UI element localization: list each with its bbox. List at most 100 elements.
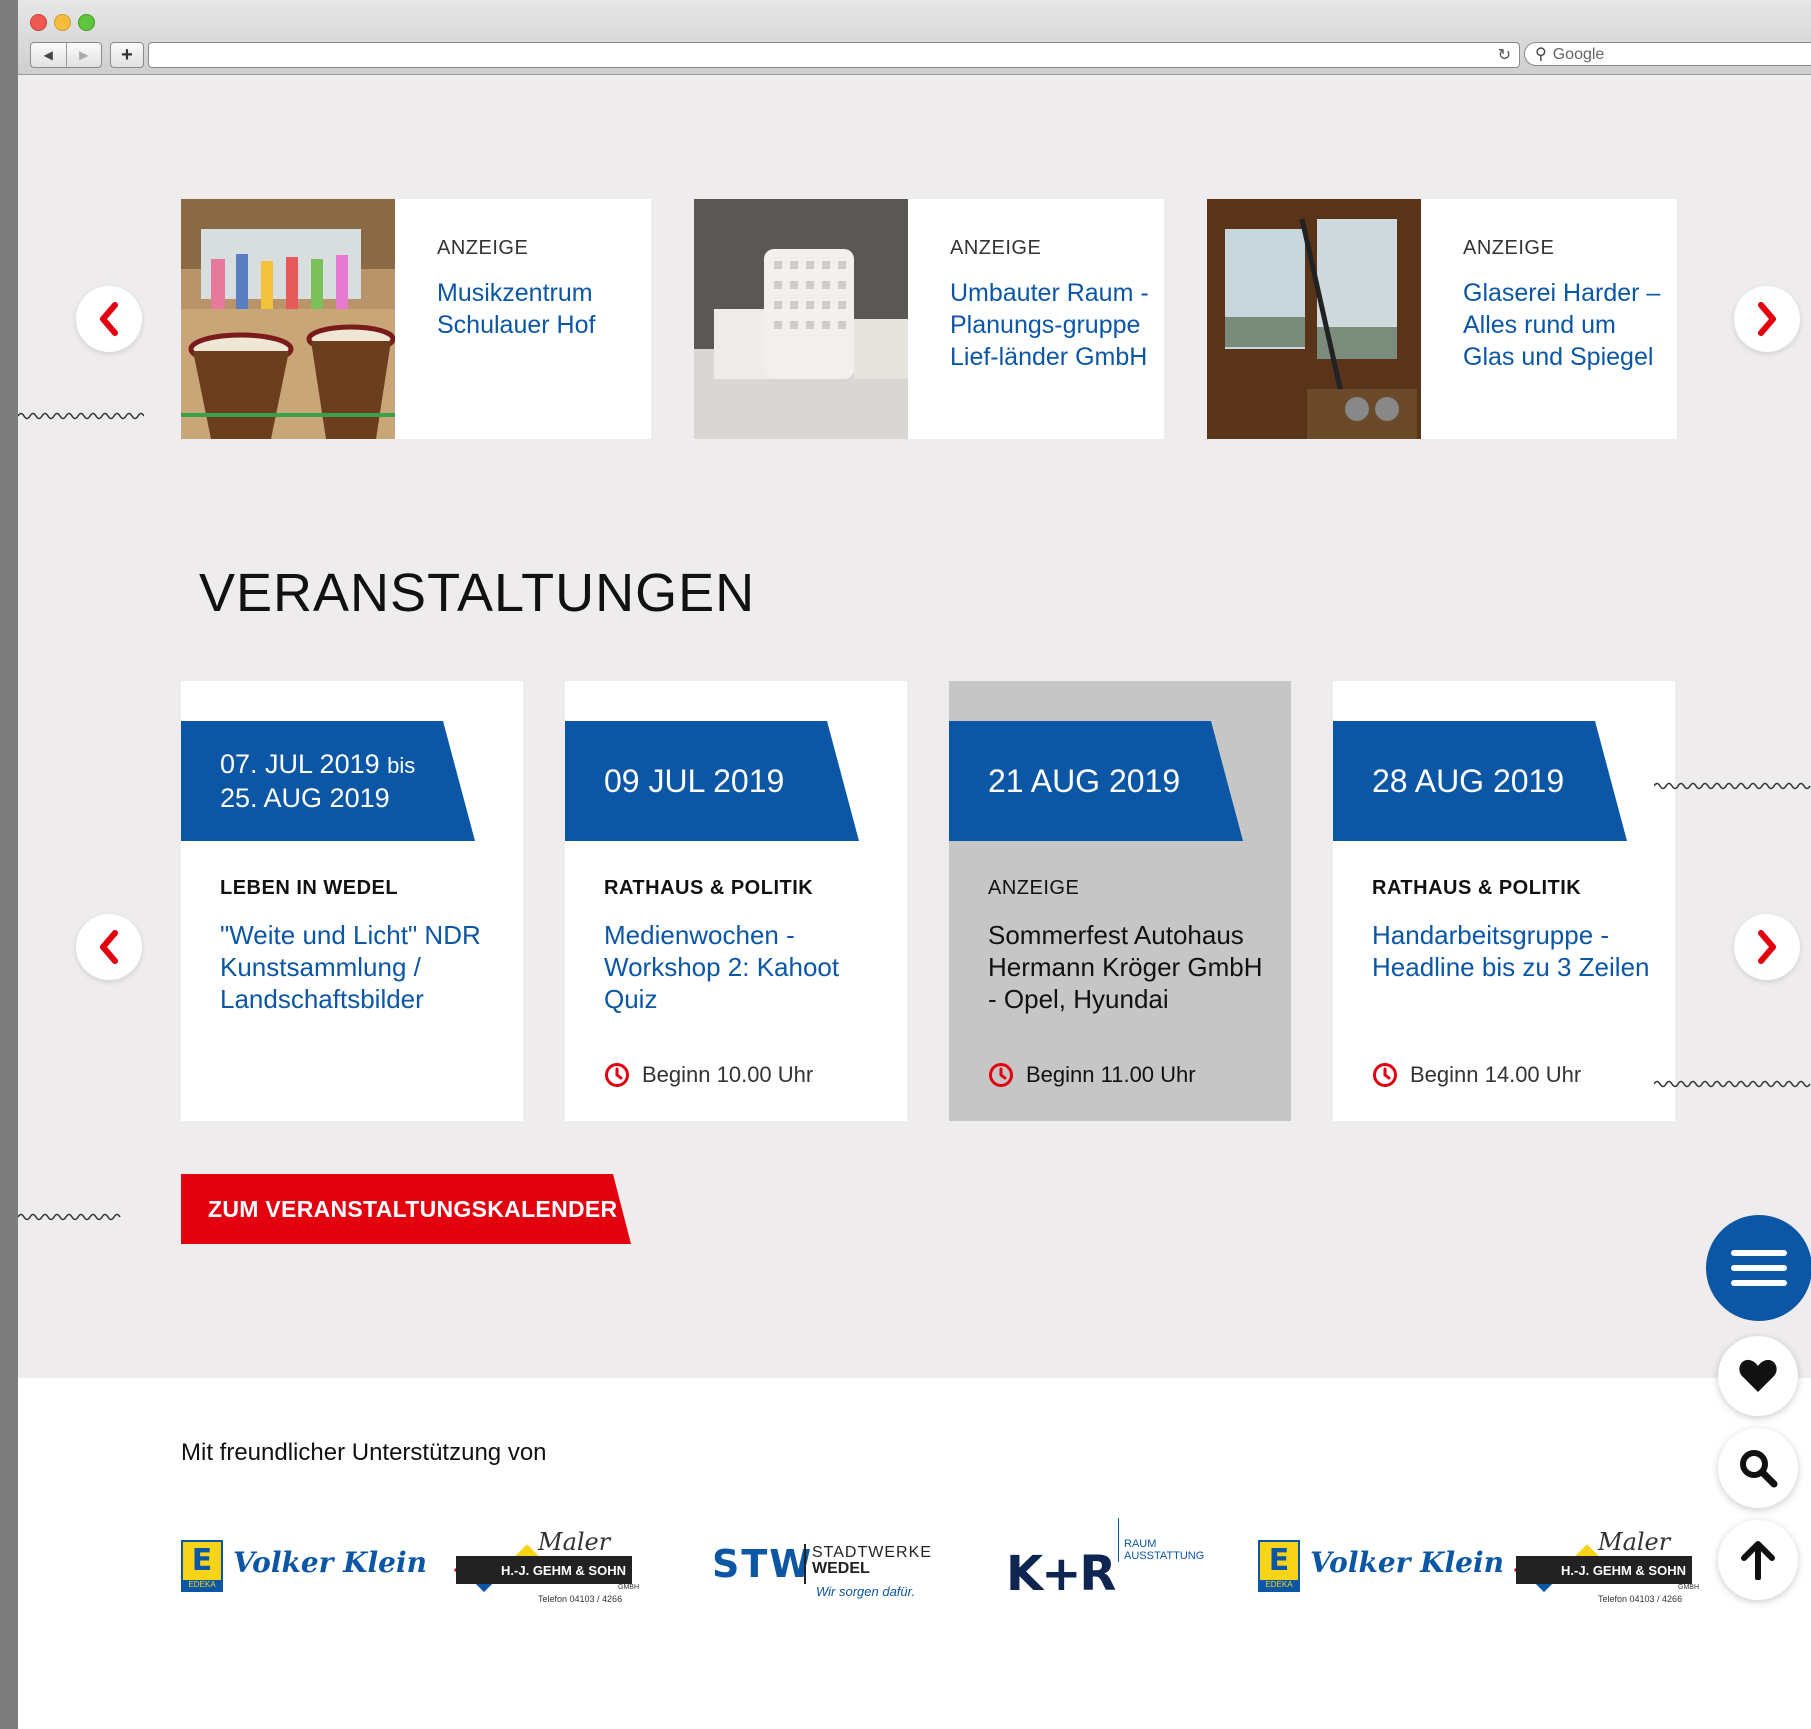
event-calendar-button-label: ZUM VERANSTALTUNGSKALENDER: [208, 1195, 618, 1222]
clock-icon: [989, 1063, 1013, 1087]
event-date-badge: 21 AUG 2019: [949, 721, 1249, 841]
chevron-right-icon: [1758, 930, 1776, 964]
back-to-top-button[interactable]: [1718, 1520, 1798, 1600]
sponsor-phone: Telefon 04103 / 4266: [538, 1594, 623, 1604]
address-bar[interactable]: ↻: [148, 42, 1520, 68]
wave-decoration: [18, 412, 144, 420]
sponsor-logo-gehm[interactable]: Maler H.-J. GEHM & SOHN GMBH Telefon 041…: [438, 1528, 639, 1618]
event-card-sponsored[interactable]: 21 AUG 2019 ANZEIGE Sommerfest Autohaus …: [949, 681, 1291, 1121]
search-icon: [1740, 1450, 1778, 1488]
event-time: Beginn 10.00 Uhr: [604, 1062, 813, 1088]
sponsor-mark: STW: [712, 1542, 814, 1586]
event-category: RATHAUS & POLITIK: [604, 877, 814, 899]
back-icon[interactable]: ◀: [31, 43, 66, 67]
event-title-link[interactable]: Sommerfest Autohaus Hermann Kröger GmbH …: [988, 919, 1278, 1015]
menu-button[interactable]: [1706, 1215, 1811, 1321]
events-prev-button[interactable]: [76, 914, 142, 980]
ad-image-drums: [181, 199, 395, 439]
event-card[interactable]: 28 AUG 2019 RATHAUS & POLITIK Handarbeit…: [1333, 681, 1675, 1121]
event-card[interactable]: 07. JUL 2019 bis 25. AUG 2019 LEBEN IN W…: [181, 681, 523, 1121]
sponsor-logo-edeka[interactable]: E EDEKA Volker Klein: [181, 1528, 427, 1618]
event-time: Beginn 14.00 Uhr: [1372, 1062, 1581, 1088]
ad-card[interactable]: ANZEIGE Umbauter Raum - Planungs-gruppe …: [694, 199, 1164, 439]
event-date: 28 AUG 2019: [1372, 763, 1565, 799]
sponsor-mark: K+R: [1006, 1546, 1116, 1602]
close-window-button[interactable]: [30, 14, 47, 31]
sponsor-logo-gehm[interactable]: Maler H.-J. GEHM & SOHN GMBH Telefon 041…: [1498, 1528, 1699, 1618]
browser-toolbar: ◀ ▶ + ↻ ⚲ Google: [18, 0, 1811, 75]
chevron-left-icon: [100, 930, 118, 964]
sponsor-badge: E: [191, 1543, 213, 1578]
zoom-window-button[interactable]: [78, 14, 95, 31]
ad-card[interactable]: ANZEIGE Musikzentrum Schulauer Hof: [181, 199, 651, 439]
event-category: RATHAUS & POLITIK: [1372, 877, 1582, 899]
event-time: Beginn 11.00 Uhr: [988, 1062, 1196, 1088]
clock-icon: [605, 1063, 629, 1087]
ad-title-link[interactable]: Glaserei Harder – Alles rund um Glas und…: [1463, 277, 1663, 373]
event-time-text: Beginn 11.00 Uhr: [1026, 1062, 1196, 1087]
event-title-link[interactable]: Medienwochen - Workshop 2: Kahoot Quiz: [604, 919, 894, 1015]
browser-search-input[interactable]: ⚲ Google: [1524, 42, 1811, 66]
ad-title-link[interactable]: Musikzentrum Schulauer Hof: [437, 277, 637, 341]
wave-decoration: [1654, 782, 1811, 790]
new-tab-button[interactable]: +: [110, 42, 144, 68]
sponsor-name: H.-J. GEHM & SOHN: [1561, 1562, 1686, 1578]
event-date-badge: 28 AUG 2019: [1333, 721, 1633, 841]
event-time-text: Beginn 10.00 Uhr: [642, 1062, 814, 1087]
arrow-up-icon: [1741, 1541, 1775, 1580]
sponsor-slogan: Wir sorgen dafür.: [816, 1584, 916, 1599]
sponsor-logo-kr[interactable]: K+R RAUM AUSSTATTUNG: [1006, 1518, 1206, 1608]
sponsor-logo-stadtwerke[interactable]: STW STADTWERKE WEDEL Wir sorgen dafür.: [712, 1528, 942, 1618]
sponsor-name-top: RAUM: [1124, 1538, 1157, 1550]
sponsor-name: Volker Klein: [233, 1546, 427, 1579]
search-button[interactable]: [1718, 1428, 1798, 1508]
event-date-bis: bis: [387, 753, 416, 778]
wave-decoration: [1654, 1080, 1811, 1088]
section-title: VERANSTALTUNGEN: [199, 563, 756, 623]
browser-window: ◀ ▶ + ↻ ⚲ Google ANZEIGE Musikzentrum Sc…: [18, 0, 1811, 1729]
event-calendar-button[interactable]: ZUM VERANSTALTUNGSKALENDER: [181, 1174, 631, 1244]
events-next-button[interactable]: [1734, 914, 1800, 980]
support-text: Mit freundlicher Unterstützung von: [181, 1439, 547, 1466]
search-icon: ⚲: [1535, 46, 1547, 63]
sponsor-name: Volker Klein: [1310, 1546, 1504, 1579]
sponsor-sub: GMBH: [618, 1584, 639, 1591]
sponsor-badge: E: [1268, 1543, 1290, 1578]
sponsor-badge-sub: EDEKA: [1260, 1580, 1298, 1590]
sponsor-script: Maler: [538, 1528, 611, 1556]
wave-decoration: [18, 1213, 121, 1221]
sponsor-name: H.-J. GEHM & SOHN: [501, 1562, 626, 1578]
browser-search-placeholder: Google: [1552, 46, 1605, 63]
ad-title-link[interactable]: Umbauter Raum - Planungs-gruppe Lief-län…: [950, 277, 1150, 373]
sponsor-script: Maler: [1598, 1528, 1671, 1556]
minimize-window-button[interactable]: [54, 14, 71, 31]
ad-label: ANZEIGE: [1463, 237, 1555, 259]
ad-image-architecture-model: [694, 199, 908, 439]
sponsor-phone: Telefon 04103 / 4266: [1598, 1594, 1683, 1604]
reload-icon[interactable]: ↻: [1498, 45, 1511, 65]
event-title-link[interactable]: Handarbeitsgruppe - Headline bis zu 3 Ze…: [1372, 919, 1662, 983]
event-title-link[interactable]: "Weite und Licht" NDR Kunstsammlung / La…: [220, 919, 510, 1015]
favorites-button[interactable]: [1718, 1336, 1798, 1416]
ad-image-ship-cabin: [1207, 199, 1421, 439]
event-time-text: Beginn 14.00 Uhr: [1410, 1062, 1582, 1087]
chevron-right-icon: [1758, 302, 1776, 336]
hamburger-menu-icon: [1731, 1250, 1787, 1286]
sponsor-logo-edeka[interactable]: E EDEKA Volker Klein: [1258, 1528, 1504, 1618]
ads-prev-button[interactable]: [76, 286, 142, 352]
ads-next-button[interactable]: [1734, 286, 1800, 352]
event-card[interactable]: 09 JUL 2019 RATHAUS & POLITIK Medienwoch…: [565, 681, 907, 1121]
ad-card[interactable]: ANZEIGE Glaserei Harder – Alles rund um …: [1207, 199, 1677, 439]
forward-icon[interactable]: ▶: [65, 43, 102, 67]
event-category: ANZEIGE: [988, 877, 1080, 899]
event-date: 09 JUL 2019: [604, 763, 785, 799]
event-date-badge: 07. JUL 2019 bis 25. AUG 2019: [181, 721, 481, 841]
chevron-left-icon: [100, 302, 118, 336]
footer-sponsors: Mit freundlicher Unterstützung von E EDE…: [18, 1378, 1811, 1729]
sponsor-name-bottom: AUSSTATTUNG: [1124, 1550, 1205, 1562]
ad-label: ANZEIGE: [950, 237, 1042, 259]
sponsor-badge-sub: EDEKA: [183, 1580, 221, 1590]
event-date: 21 AUG 2019: [988, 763, 1181, 799]
event-category: LEBEN IN WEDEL: [220, 877, 399, 899]
event-date-start: 07. JUL 2019: [220, 749, 380, 779]
